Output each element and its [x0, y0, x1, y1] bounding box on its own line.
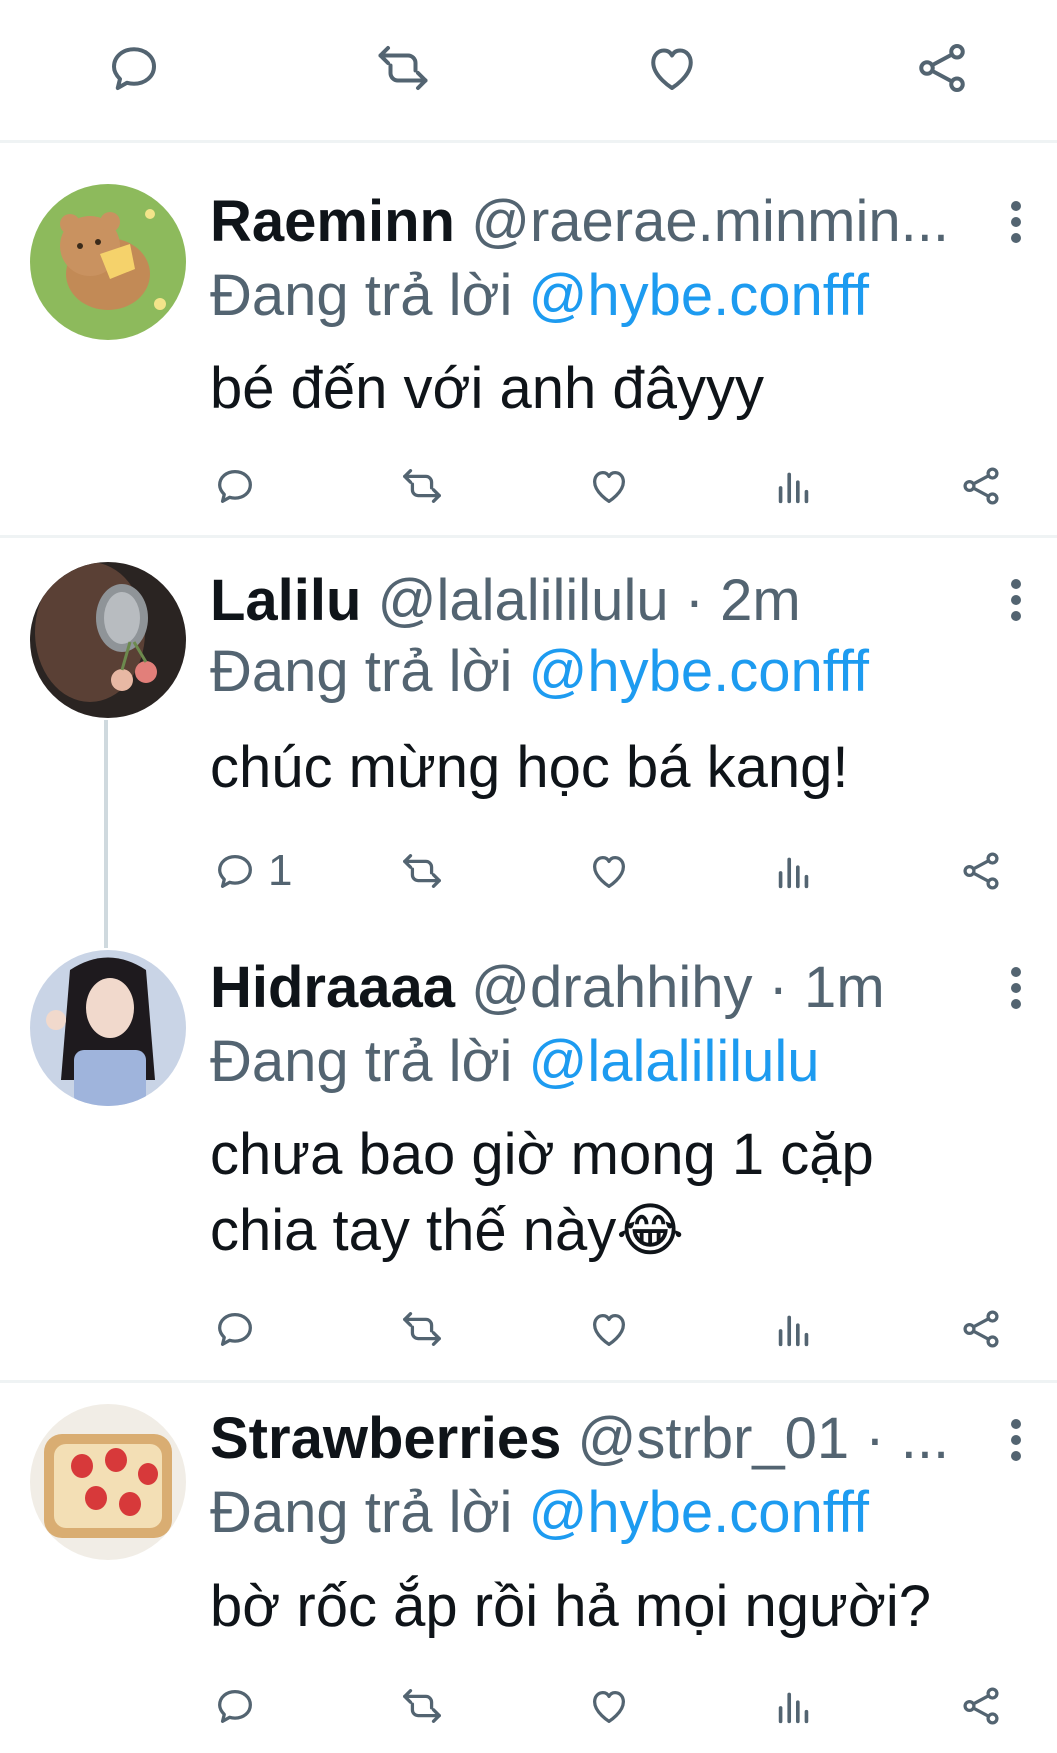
views-button[interactable] [771, 1301, 817, 1357]
share-button[interactable] [958, 1678, 1004, 1734]
like-button[interactable] [586, 1301, 632, 1357]
replying-to-label: Đang trả lời [210, 1480, 513, 1545]
laughing-emoji-icon: 😂 [616, 1198, 685, 1263]
thread-line [104, 720, 108, 948]
tweet-header: Strawberries @strbr_01 · ... [210, 1403, 980, 1475]
share-icon [963, 467, 999, 505]
reply-button[interactable] [212, 1678, 258, 1734]
divider [0, 1380, 1057, 1383]
views-button[interactable] [771, 1678, 817, 1734]
reply-icon [218, 1312, 252, 1346]
more-options-icon[interactable] [998, 958, 1034, 1018]
more-options-icon[interactable] [998, 192, 1034, 252]
reply-button[interactable] [212, 1301, 258, 1357]
tweet-text: bờ rốc ắp rồi hả mọi người? [210, 1574, 932, 1639]
like-icon [592, 1313, 626, 1346]
replying-to: Đang trả lời @lalalililulu [210, 1026, 820, 1098]
mention-link[interactable]: @lalalililulu [529, 1029, 820, 1094]
tweet-header: Raeminn @raerae.minmin... [210, 186, 980, 258]
retweet-button[interactable] [399, 1678, 445, 1734]
replying-to: Đang trả lời @hybe.confff [210, 636, 869, 708]
tweet-text-line-1: chưa bao giờ mong 1 cặp [210, 1122, 874, 1187]
reply-button[interactable]: 1 [212, 843, 292, 899]
share-icon [963, 852, 999, 890]
replying-to-label: Đang trả lời [210, 263, 513, 328]
retweet-icon [403, 1689, 441, 1723]
mention-link[interactable]: @hybe.confff [529, 263, 870, 328]
share-button[interactable] [958, 458, 1004, 514]
display-name[interactable]: Hidraaaa [210, 955, 455, 1020]
share-button[interactable] [958, 1301, 1004, 1357]
views-button[interactable] [771, 458, 817, 514]
tweet-text: bé đến với anh đâyyy [210, 356, 764, 421]
avatar[interactable] [30, 950, 186, 1106]
divider [0, 535, 1057, 538]
mention-link[interactable]: @hybe.confff [529, 1480, 870, 1545]
like-icon [592, 1690, 626, 1723]
retweet-icon [403, 854, 441, 888]
replying-to-label: Đang trả lời [210, 1029, 513, 1094]
display-name[interactable]: Strawberries [210, 1406, 561, 1471]
retweet-icon[interactable] [371, 36, 435, 100]
avatar[interactable] [30, 562, 186, 718]
views-icon [778, 1692, 809, 1724]
views-icon [778, 857, 809, 889]
share-icon[interactable] [910, 36, 974, 100]
tweet-text: chúc mừng học bá kang! [210, 735, 849, 800]
reply-button[interactable] [212, 458, 258, 514]
display-name[interactable]: Raeminn [210, 189, 455, 254]
like-icon[interactable] [640, 36, 704, 100]
reply-icon [218, 1689, 252, 1723]
like-button[interactable] [586, 458, 632, 514]
retweet-button[interactable] [399, 458, 445, 514]
user-handle[interactable]: @drahhihy · 1m [471, 955, 884, 1020]
tweet-header: Lalilu @lalalililulu · 2m [210, 565, 980, 637]
tweet-header: Hidraaaa @drahhihy · 1m [210, 952, 980, 1024]
replying-to: Đang trả lời @hybe.confff [210, 260, 869, 332]
tweet-text-line-2-text: chia tay thế này [210, 1198, 617, 1263]
reply-icon [218, 469, 252, 503]
retweet-icon [403, 469, 441, 503]
replying-to: Đang trả lời @hybe.confff [210, 1477, 869, 1549]
like-button[interactable] [586, 843, 632, 899]
tweet-text-line-2: chia tay thế này😂 [210, 1194, 684, 1268]
user-handle[interactable]: @strbr_01 · ... [578, 1406, 950, 1471]
avatar[interactable] [30, 1404, 186, 1560]
retweet-icon [403, 1312, 441, 1346]
share-icon [963, 1310, 999, 1348]
mention-link[interactable]: @hybe.confff [529, 639, 870, 704]
user-handle[interactable]: @lalalililulu · 2m [378, 568, 801, 633]
like-button[interactable] [586, 1678, 632, 1734]
reply-count: 1 [268, 846, 293, 895]
views-button[interactable] [771, 843, 817, 899]
like-icon [592, 470, 626, 503]
share-icon [963, 1687, 999, 1725]
reply-icon[interactable] [102, 36, 166, 100]
display-name[interactable]: Lalilu [210, 568, 361, 633]
reply-icon [218, 854, 252, 888]
share-button[interactable] [958, 843, 1004, 899]
more-options-icon[interactable] [998, 570, 1034, 630]
user-handle[interactable]: @raerae.minmin... [471, 189, 949, 254]
avatar[interactable] [30, 184, 186, 340]
retweet-button[interactable] [399, 1301, 445, 1357]
retweet-button[interactable] [399, 843, 445, 899]
views-icon [778, 1315, 809, 1347]
like-icon [592, 855, 626, 888]
views-icon [778, 472, 809, 504]
more-options-icon[interactable] [998, 1410, 1034, 1470]
replying-to-label: Đang trả lời [210, 639, 513, 704]
tweet-action-bar [0, 0, 1057, 143]
